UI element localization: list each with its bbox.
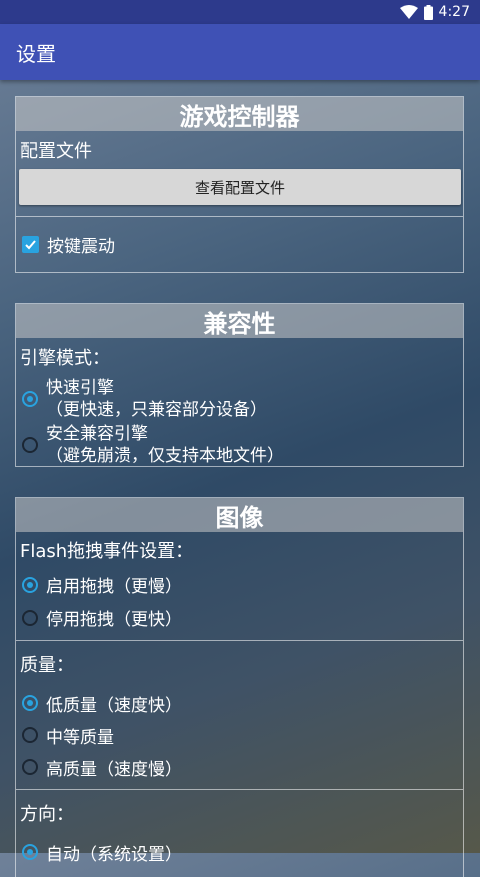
vibration-row[interactable]: 按键震动 — [16, 217, 463, 272]
status-bar: 4:27 — [0, 0, 480, 24]
config-file-label: 配置文件 — [20, 141, 92, 162]
drag-enable-row[interactable]: 启用拖拽（更慢） — [16, 568, 463, 601]
quality-high-row[interactable]: 高质量（速度慢） — [16, 751, 463, 783]
drag-enable-label: 启用拖拽（更慢） — [46, 577, 182, 597]
vibration-checkbox[interactable] — [22, 236, 39, 253]
image-section: 图像 Flash拖拽事件设置： 启用拖拽（更慢） 停用拖拽（更快） 质量： 低质… — [15, 497, 464, 877]
quality-medium-row[interactable]: 中等质量 — [16, 719, 463, 751]
quality-low-label: 低质量（速度快） — [46, 695, 182, 716]
drag-disable-row[interactable]: 停用拖拽（更快） — [16, 601, 463, 634]
radio-drag-disable[interactable] — [22, 609, 38, 626]
quality-medium-label: 中等质量 — [46, 727, 114, 748]
orientation-auto-label: 自动（系统设置） — [46, 844, 182, 865]
fast-engine-desc: （更快速，只兼容部分设备） — [46, 400, 267, 420]
drag-disable-label: 停用拖拽（更快） — [46, 610, 182, 630]
engine-option-fast[interactable]: 快速引擎 （更快速，只兼容部分设备） — [16, 376, 463, 422]
status-time: 4:27 — [438, 4, 470, 20]
wifi-icon — [399, 5, 418, 19]
game-controller-header: 游戏控制器 — [16, 97, 463, 131]
app-bar: 设置 — [0, 24, 480, 80]
vibration-label: 按键震动 — [47, 237, 115, 257]
radio-quality-medium[interactable] — [22, 727, 38, 743]
orientation-auto-row[interactable]: 自动（系统设置） — [16, 836, 463, 868]
orientation-label: 方向： — [20, 804, 74, 825]
engine-option-safe[interactable]: 安全兼容引擎 （避免崩溃，仅支持本地文件） — [16, 422, 463, 468]
radio-quality-low[interactable] — [22, 695, 38, 711]
quality-label: 质量： — [20, 655, 74, 676]
radio-quality-high[interactable] — [22, 759, 38, 775]
compatibility-header: 兼容性 — [16, 304, 463, 338]
radio-safe-engine[interactable] — [22, 437, 38, 453]
drag-settings-label: Flash拖拽事件设置： — [20, 541, 194, 562]
check-icon — [25, 240, 36, 250]
radio-fast-engine[interactable] — [22, 391, 38, 407]
page-title: 设置 — [16, 41, 56, 66]
radio-drag-enable[interactable] — [22, 576, 38, 593]
safe-engine-title: 安全兼容引擎 — [46, 424, 148, 444]
battery-icon — [423, 4, 433, 20]
quality-low-row[interactable]: 低质量（速度快） — [16, 687, 463, 719]
safe-engine-desc: （避免崩溃，仅支持本地文件） — [46, 446, 284, 466]
compatibility-section: 兼容性 引擎模式： 快速引擎 （更快速，只兼容部分设备） 安全兼容引擎 （避免崩… — [15, 303, 464, 467]
quality-high-label: 高质量（速度慢） — [46, 759, 182, 780]
radio-orientation-auto[interactable] — [22, 844, 38, 860]
view-config-button[interactable]: 查看配置文件 — [19, 169, 461, 205]
game-controller-section: 游戏控制器 配置文件 查看配置文件 按键震动 — [15, 96, 464, 273]
fast-engine-title: 快速引擎 — [46, 378, 114, 398]
image-header: 图像 — [16, 498, 463, 532]
engine-mode-label: 引擎模式： — [20, 348, 110, 369]
